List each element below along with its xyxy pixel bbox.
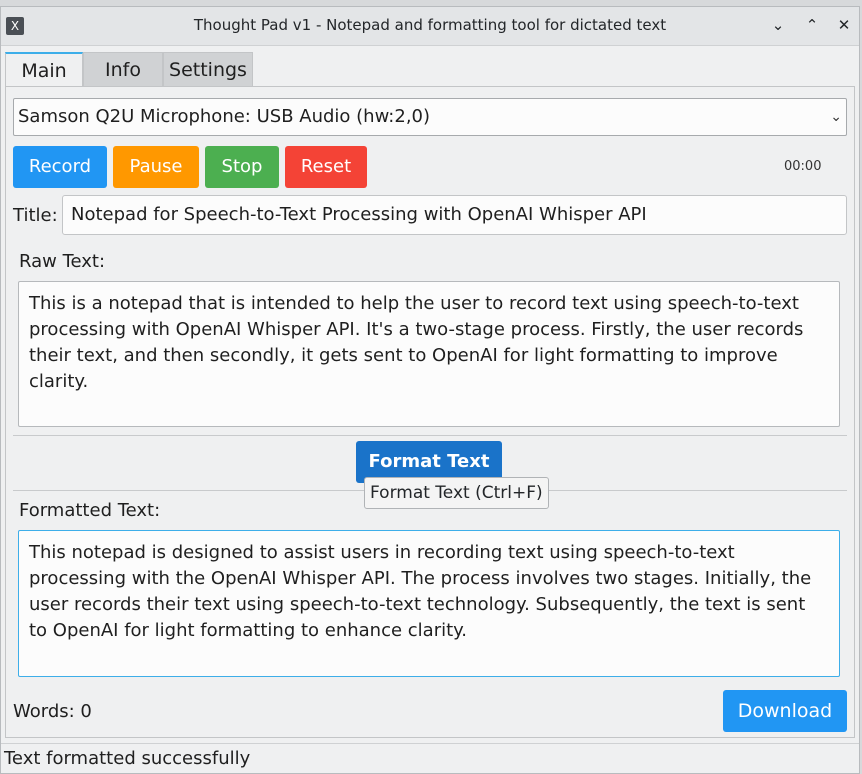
tab-info[interactable]: Info: [83, 52, 163, 86]
close-icon[interactable]: ✕: [833, 14, 855, 36]
record-button[interactable]: Record: [13, 146, 107, 188]
stop-button[interactable]: Stop: [205, 146, 279, 188]
minimize-icon[interactable]: ⌄: [767, 14, 789, 36]
raw-text-label: Raw Text:: [19, 251, 106, 272]
title-label: Title:: [13, 205, 58, 226]
title-input[interactable]: Notepad for Speech-to-Text Processing wi…: [62, 195, 847, 235]
reset-button[interactable]: Reset: [285, 146, 367, 188]
formatted-text-label: Formatted Text:: [19, 500, 161, 521]
chevron-down-icon: ⌄: [830, 109, 842, 125]
divider-top: [13, 435, 847, 436]
status-bar: Text formatted successfully: [1, 743, 859, 773]
pause-button[interactable]: Pause: [113, 146, 199, 188]
title-bar[interactable]: X Thought Pad v1 - Notepad and formattin…: [1, 7, 859, 46]
tab-settings[interactable]: Settings: [163, 52, 253, 86]
download-button[interactable]: Download: [723, 690, 847, 732]
microphone-select[interactable]: Samson Q2U Microphone: USB Audio (hw:2,0…: [13, 98, 847, 136]
word-count: Words: 0: [13, 701, 92, 722]
window-title: Thought Pad v1 - Notepad and formatting …: [193, 16, 667, 34]
maximize-icon[interactable]: ⌃: [801, 14, 823, 36]
app-window: X Thought Pad v1 - Notepad and formattin…: [0, 6, 860, 774]
recording-timer: 00:00: [784, 159, 822, 174]
tab-main[interactable]: Main: [5, 52, 83, 88]
raw-text-area[interactable]: This is a notepad that is intended to he…: [18, 281, 840, 427]
microphone-select-value: Samson Q2U Microphone: USB Audio (hw:2,0…: [18, 106, 431, 127]
formatted-text-area[interactable]: This notepad is designed to assist users…: [18, 530, 840, 677]
format-tooltip: Format Text (Ctrl+F): [364, 477, 549, 509]
main-panel: Samson Q2U Microphone: USB Audio (hw:2,0…: [5, 86, 855, 738]
